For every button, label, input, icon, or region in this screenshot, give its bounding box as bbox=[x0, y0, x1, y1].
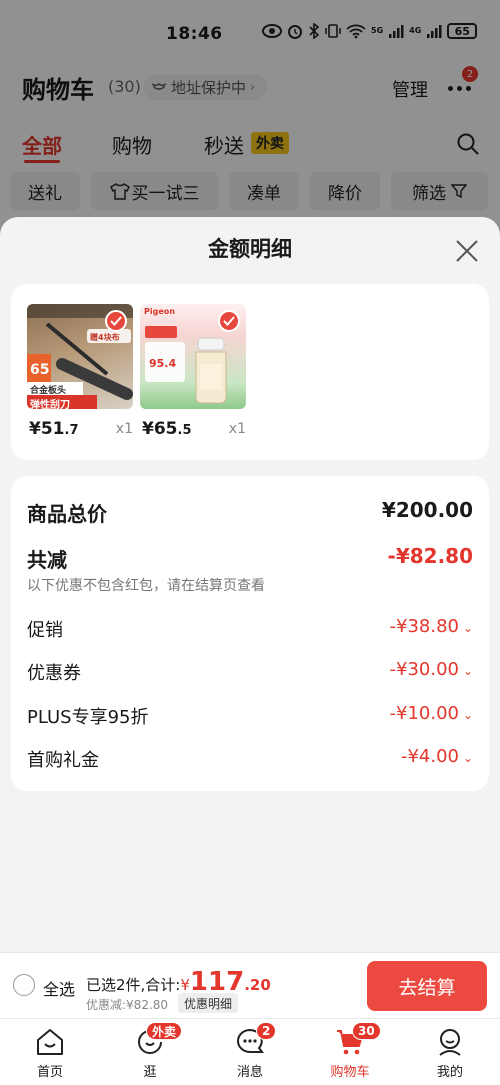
chevron-down-icon: ⌄ bbox=[463, 621, 474, 635]
discount-value: -¥4.00 ⌄ bbox=[401, 746, 473, 767]
product-list-card: 赠4块布 65 合金板头 弹性刮刀 ¥51.7 x1 Pigeon 95.4 ¥… bbox=[11, 284, 489, 460]
checkout-button[interactable]: 去结算 bbox=[367, 961, 487, 1011]
product-item[interactable]: Pigeon 95.4 ¥65.5 x1 bbox=[140, 304, 246, 439]
nav-badge: 外卖 bbox=[146, 1022, 183, 1040]
product-quantity: x1 bbox=[228, 421, 246, 437]
product-image-price: 95.4 bbox=[149, 357, 177, 370]
price-integer: ¥65 bbox=[142, 419, 178, 439]
currency-symbol: ¥ bbox=[180, 976, 190, 994]
discount-value: -¥10.00 ⌄ bbox=[389, 703, 474, 724]
nav-label: 我的 bbox=[436, 1065, 463, 1080]
checkout-bar: 全选 已选2件,合计:¥117.20 优惠减:¥82.80 优惠明细 去结算 bbox=[0, 952, 500, 1018]
nav-label: 首页 bbox=[36, 1065, 63, 1080]
discount-detail-button[interactable]: 优惠明细 bbox=[178, 993, 239, 1013]
discount-value: -¥30.00 ⌄ bbox=[389, 659, 474, 680]
product-promo-badge: 赠4块布 bbox=[90, 333, 120, 342]
product-quantity: x1 bbox=[115, 421, 133, 437]
nav-profile[interactable]: 我的 bbox=[400, 1019, 500, 1085]
chevron-down-icon: ⌄ bbox=[463, 751, 474, 765]
price-decimal: .7 bbox=[64, 423, 79, 438]
product-item[interactable]: 赠4块布 65 合金板头 弹性刮刀 ¥51.7 x1 bbox=[27, 304, 133, 439]
total-reduction-value: -¥82.80 bbox=[387, 544, 473, 568]
sheet-title: 金额明细 bbox=[208, 237, 292, 261]
profile-icon bbox=[439, 1029, 461, 1056]
nav-label: 逛 bbox=[143, 1065, 157, 1080]
product-price: ¥65.5 bbox=[142, 419, 191, 439]
nav-browse[interactable]: 外卖 逛 bbox=[100, 1019, 200, 1085]
close-icon[interactable] bbox=[455, 239, 479, 263]
nav-badge: 30 bbox=[352, 1022, 381, 1040]
product-price: ¥51.7 bbox=[29, 419, 78, 439]
modal-dim-overlay[interactable] bbox=[0, 0, 500, 240]
discount-label: 优惠券 bbox=[27, 663, 81, 684]
discount-amount: -¥4.00 bbox=[400, 746, 459, 767]
price-breakdown-card: 商品总价 ¥200.00 共减 -¥82.80 以下优惠不包含红包，请在结算页查… bbox=[11, 476, 489, 791]
discount-label: 首购礼金 bbox=[27, 750, 99, 771]
price-integer: ¥51 bbox=[29, 419, 65, 439]
total-price-label: 商品总价 bbox=[27, 502, 107, 526]
product-caption-2: 弹性刮刀 bbox=[30, 400, 70, 409]
discount-amount: -¥30.00 bbox=[389, 659, 459, 680]
chevron-down-icon: ⌄ bbox=[463, 708, 474, 722]
home-icon bbox=[37, 1029, 63, 1055]
product-caption-1: 合金板头 bbox=[30, 386, 67, 396]
discount-label: PLUS专享95折 bbox=[27, 707, 149, 728]
nav-label: 消息 bbox=[236, 1065, 263, 1080]
select-all-label[interactable]: 全选 bbox=[43, 976, 75, 1000]
bottom-nav: 首页 外卖 逛 2 消息 30 购物车 我的 bbox=[0, 1018, 500, 1085]
total-decimal: .20 bbox=[244, 976, 271, 994]
chevron-down-icon: ⌄ bbox=[463, 664, 474, 678]
product-image-mop[interactable]: 赠4块布 65 合金板头 弹性刮刀 bbox=[27, 304, 133, 409]
total-reduction-label: 共减 bbox=[27, 548, 67, 572]
price-decimal: .5 bbox=[177, 423, 192, 438]
select-all-radio[interactable] bbox=[13, 974, 35, 996]
total-price-value: ¥200.00 bbox=[381, 498, 473, 522]
discount-amount: -¥10.00 bbox=[389, 703, 459, 724]
discount-amount: -¥38.80 bbox=[389, 616, 459, 637]
check-icon[interactable] bbox=[218, 310, 240, 332]
nav-home[interactable]: 首页 bbox=[0, 1019, 100, 1085]
discount-summary: 优惠减:¥82.80 bbox=[86, 998, 169, 1012]
discount-label: 促销 bbox=[27, 620, 63, 641]
nav-cart[interactable]: 30 购物车 bbox=[300, 1019, 400, 1085]
selected-summary: 已选2件,合计: bbox=[86, 976, 181, 994]
nav-messages[interactable]: 2 消息 bbox=[200, 1019, 300, 1085]
check-icon[interactable] bbox=[105, 310, 127, 332]
product-image-bottle[interactable]: Pigeon 95.4 bbox=[140, 304, 246, 409]
nav-badge: 2 bbox=[256, 1022, 277, 1040]
discount-value: -¥38.80 ⌄ bbox=[389, 616, 474, 637]
nav-label: 购物车 bbox=[330, 1065, 370, 1080]
product-tag-price: 65 bbox=[30, 362, 50, 378]
reduction-note: 以下优惠不包含红包，请在结算页查看 bbox=[27, 578, 265, 594]
